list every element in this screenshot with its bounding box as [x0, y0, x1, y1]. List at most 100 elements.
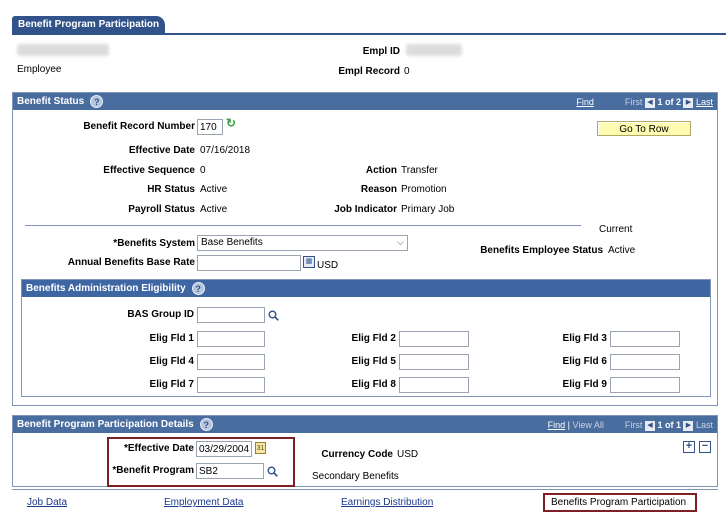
elig-fld-1-label: Elig Fld 1 — [149, 333, 194, 344]
elig-fld-5-label: Elig Fld 5 — [351, 356, 396, 367]
program-effective-date-label: *Effective Date — [123, 443, 194, 454]
view-all-link[interactable]: View All — [573, 420, 604, 430]
benefits-program-participation-link[interactable]: Benefits Program Participation — [551, 497, 686, 508]
refresh-icon[interactable]: ↻ — [226, 116, 236, 130]
elig-fld-6-label: Elig Fld 6 — [562, 356, 607, 367]
hr-status-label: HR Status — [147, 184, 195, 195]
benefit-status-section: Benefit Status? Find First ◀ 1 of 2 ▶ La… — [12, 92, 718, 406]
elig-fld-1-input[interactable] — [197, 331, 265, 347]
benefits-system-value: Base Benefits — [201, 237, 263, 248]
benefit-record-number-input[interactable] — [197, 119, 223, 135]
last-label[interactable]: Last — [696, 420, 713, 430]
reason-label: Reason — [360, 184, 397, 195]
first-label: First — [624, 97, 643, 107]
previous-arrow-icon[interactable]: ◀ — [644, 97, 655, 108]
currency-code-label: Currency Code — [321, 449, 393, 460]
benefits-system-select[interactable]: Base Benefits ⌵ — [197, 235, 408, 251]
hr-status-value: Active — [200, 184, 228, 195]
calendar-icon[interactable]: 31 — [255, 442, 266, 454]
previous-arrow-icon[interactable]: ◀ — [644, 420, 655, 431]
help-icon[interactable]: ? — [90, 95, 104, 108]
elig-fld-6-input[interactable] — [610, 354, 680, 370]
benefits-system-label: *Benefits System — [113, 238, 195, 249]
employment-data-link[interactable]: Employment Data — [164, 497, 243, 508]
employee-label: Employee — [17, 64, 62, 75]
empl-record-value: 0 — [404, 66, 410, 77]
benefit-record-number-label: Benefit Record Number — [83, 121, 195, 132]
elig-fld-5-input[interactable] — [399, 354, 469, 370]
job-indicator-label: Job Indicator — [334, 204, 397, 215]
elig-fld-4-label: Elig Fld 4 — [149, 356, 194, 367]
benefit-program-label: *Benefit Program — [112, 465, 194, 476]
employee-name-redacted — [17, 44, 109, 56]
effective-sequence-label: Effective Sequence — [103, 165, 195, 176]
eligibility-header: Benefits Administration Eligibility? — [22, 280, 710, 297]
benefit-status-title: Benefit Status — [17, 96, 85, 108]
earnings-distribution-link[interactable]: Earnings Distribution — [341, 497, 433, 508]
action-label: Action — [365, 165, 397, 176]
elig-fld-4-input[interactable] — [197, 354, 265, 370]
page-tab[interactable]: Benefit Program Participation — [12, 16, 165, 34]
job-data-link[interactable]: Job Data — [27, 497, 67, 508]
elig-fld-3-label: Elig Fld 3 — [562, 333, 607, 344]
currency-code-value: USD — [397, 449, 419, 460]
effective-date-value: 07/16/2018 — [200, 145, 251, 156]
program-effective-date-input[interactable] — [196, 441, 252, 457]
elig-fld-8-label: Elig Fld 8 — [351, 379, 396, 390]
last-link[interactable]: Last — [696, 97, 713, 107]
benefit-status-nav: Find First ◀ 1 of 2 ▶ Last — [576, 97, 713, 108]
reason-value: Promotion — [401, 184, 447, 195]
chevron-down-icon: ⌵ — [397, 237, 404, 247]
payroll-status-label: Payroll Status — [128, 204, 195, 215]
find-link[interactable]: Find — [576, 97, 594, 107]
elig-fld-2-input[interactable] — [399, 331, 469, 347]
bas-group-id-label: BAS Group ID — [127, 309, 194, 320]
footer-divider — [12, 489, 718, 490]
elig-fld-3-input[interactable] — [610, 331, 680, 347]
empl-id-redacted — [406, 44, 462, 56]
eligibility-section: Benefits Administration Eligibility? BAS… — [21, 279, 711, 397]
effective-sequence-value: 0 — [200, 165, 206, 176]
find-link[interactable]: Find — [548, 420, 566, 430]
benefit-program-input[interactable] — [196, 463, 264, 479]
annual-base-rate-input[interactable] — [197, 255, 301, 271]
next-arrow-icon[interactable]: ▶ — [683, 97, 694, 108]
empl-record-label: Empl Record — [338, 66, 400, 77]
tab-underline — [12, 33, 726, 35]
current-label: Current — [599, 224, 633, 235]
elig-fld-8-input[interactable] — [399, 377, 469, 393]
payroll-status-value: Active — [200, 204, 228, 215]
job-indicator-value: Primary Job — [401, 204, 455, 215]
effective-date-label: Effective Date — [128, 145, 195, 156]
help-icon[interactable]: ? — [199, 418, 213, 431]
row-count: 1 of 2 — [657, 97, 681, 107]
elig-fld-9-label: Elig Fld 9 — [562, 379, 607, 390]
participation-nav: Find | View All First ◀ 1 of 1 ▶ Last — [547, 420, 713, 431]
benefit-status-header: Benefit Status? Find First ◀ 1 of 2 ▶ La… — [13, 93, 717, 110]
bas-group-id-input[interactable] — [197, 307, 265, 323]
divider — [25, 225, 581, 226]
row-count: 1 of 1 — [657, 420, 681, 430]
help-icon[interactable]: ? — [191, 282, 205, 295]
delete-row-button[interactable]: − — [699, 441, 711, 453]
empl-id-label: Empl ID — [362, 46, 400, 57]
action-value: Transfer — [401, 165, 438, 176]
program-description: Secondary Benefits — [312, 471, 399, 482]
participation-header: Benefit Program Participation Details? F… — [13, 416, 717, 433]
annual-base-rate-label: Annual Benefits Base Rate — [67, 257, 195, 268]
eligibility-title: Benefits Administration Eligibility — [26, 283, 186, 295]
add-row-button[interactable]: + — [683, 441, 695, 453]
benefits-employee-status-label: Benefits Employee Status — [480, 245, 603, 256]
search-icon[interactable] — [268, 310, 279, 321]
elig-fld-9-input[interactable] — [610, 377, 680, 393]
go-to-row-button[interactable]: Go To Row — [597, 121, 691, 136]
participation-title: Benefit Program Participation Details — [17, 419, 194, 431]
first-label: First — [624, 420, 643, 430]
search-icon[interactable] — [267, 466, 278, 477]
benefits-employee-status-value: Active — [608, 245, 636, 256]
annual-rate-currency: USD — [317, 260, 339, 271]
elig-fld-2-label: Elig Fld 2 — [351, 333, 396, 344]
calculator-icon[interactable]: ▦ — [303, 256, 315, 268]
elig-fld-7-input[interactable] — [197, 377, 265, 393]
next-arrow-icon[interactable]: ▶ — [683, 420, 694, 431]
